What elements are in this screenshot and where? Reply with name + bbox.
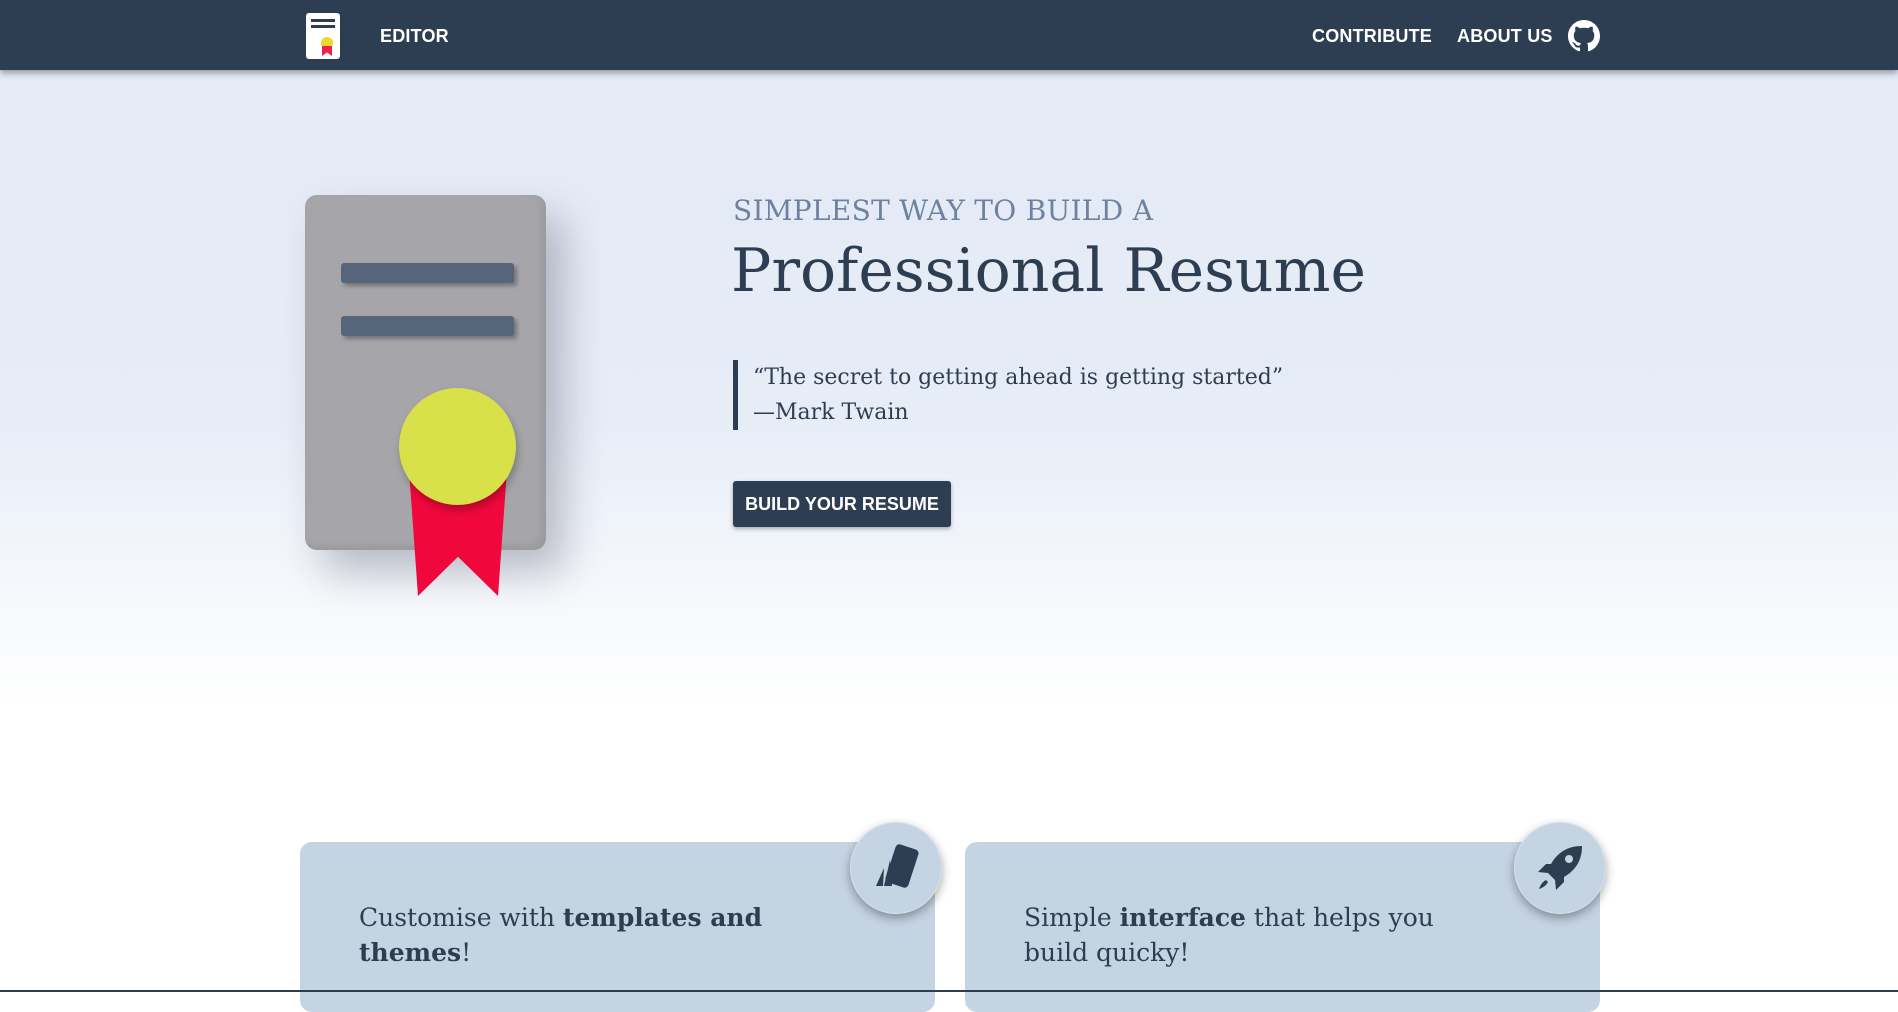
feature-text: Customise with templates and themes! [359,903,763,967]
hero-headline: Professional Resume [731,236,1366,306]
hero-quote: “The secret to getting ahead is getting … [733,360,1293,430]
hero-tagline: SIMPLEST WAY TO BUILD A [733,194,1154,227]
quote-text: “The secret to getting ahead is getting … [753,365,1284,390]
document-line [341,263,514,283]
feature-card-interface: Simple interface that helps you build qu… [965,822,1606,1012]
feature-text: Simple interface that helps you build qu… [1024,903,1434,967]
quote-author: —Mark Twain [753,400,909,425]
build-resume-button[interactable]: BUILD YOUR RESUME [733,481,951,527]
certificate-illustration [300,190,560,610]
resume-logo-icon[interactable] [306,13,340,59]
top-navbar: EDITOR CONTRIBUTE ABOUT US [0,0,1898,70]
nav-editor-link[interactable]: EDITOR [380,25,449,47]
document-line [341,316,514,336]
feature-card-templates: Customise with templates and themes! [300,822,942,1012]
nav-about-link[interactable]: ABOUT US [1457,25,1553,47]
templates-icon [850,822,942,914]
nav-contribute-link[interactable]: CONTRIBUTE [1312,25,1432,47]
github-icon[interactable] [1568,20,1600,52]
rocket-icon [1514,822,1606,914]
medal-shape [399,388,516,505]
